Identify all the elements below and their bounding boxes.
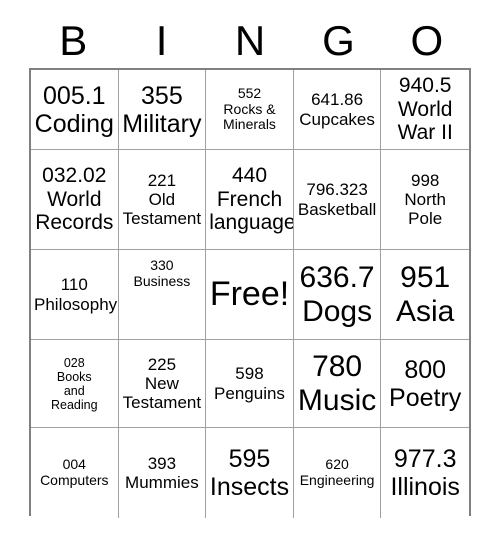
bingo-cell-label: Military <box>122 109 202 138</box>
bingo-cell-label: Business <box>133 272 191 289</box>
bingo-cell-number: 977.3 <box>393 445 457 473</box>
bingo-cell-label: Illinois <box>390 473 460 501</box>
bingo-cell-number: 636.7 <box>299 260 375 294</box>
bingo-cell-number: 796.323 <box>306 180 368 200</box>
bingo-cell[interactable]: 796.323 Basketball <box>293 150 382 250</box>
bingo-cell-number: 355 <box>141 81 183 110</box>
bingo-cell-number: 032.02 <box>42 164 107 188</box>
bingo-header-letter-o: O <box>410 17 444 64</box>
bingo-card: BINGO 005.1 Coding 355 Military 552 Rocks & Mi… <box>0 0 500 544</box>
bingo-cell-number: 780 <box>312 349 363 383</box>
bingo-cell-label: Records <box>35 211 114 235</box>
bingo-header-letter-g: G <box>322 17 355 64</box>
bingo-cell[interactable]: 780 Music <box>293 340 382 428</box>
bingo-cell-label: Basketball <box>297 199 377 219</box>
bingo-cell[interactable]: 998 North Pole <box>381 150 469 250</box>
bingo-cell-label: World <box>397 97 453 121</box>
bingo-cell-number: 110 <box>60 275 88 295</box>
bingo-cell[interactable]: 800 Poetry <box>381 340 469 428</box>
bingo-cell[interactable]: 393 Mummies <box>118 428 207 518</box>
bingo-cell-label: Minerals <box>223 116 276 133</box>
bingo-cell[interactable]: 225 New Testament <box>118 340 207 428</box>
bingo-cell-label: Old <box>148 189 176 209</box>
bingo-cell-label: New <box>144 373 179 393</box>
bingo-cell[interactable]: 620 Engineering <box>293 428 382 518</box>
bingo-header-letter-n: N <box>234 17 266 64</box>
bingo-cell-number: 951 <box>400 260 451 294</box>
bingo-cell[interactable]: 641.86 Cupcakes <box>293 70 382 150</box>
bingo-cell-number: 641.86 <box>311 90 364 110</box>
bingo-cell-label: Testament <box>122 393 202 413</box>
bingo-cell-label: North <box>404 189 446 209</box>
bingo-cell[interactable]: 595 Insects <box>206 428 294 518</box>
bingo-cell-number: 028 <box>63 355 85 370</box>
bingo-cell[interactable]: 440 French language <box>206 150 294 250</box>
bingo-cell-label: Philosophy <box>34 294 118 314</box>
bingo-cell-label: Mummies <box>125 473 199 492</box>
bingo-cell[interactable]: 940.5 World War II <box>381 70 469 150</box>
bingo-cell-label: Penguins <box>214 383 285 403</box>
bingo-cell-label: Computers <box>40 472 109 488</box>
bingo-cell-label: War II <box>397 121 453 145</box>
bingo-cell-number: 005.1 <box>43 81 106 110</box>
bingo-cell[interactable]: 977.3 Illinois <box>381 428 469 518</box>
bingo-cell-label: Dogs <box>302 294 373 328</box>
bingo-cell-label: French <box>216 187 283 211</box>
bingo-cell[interactable]: 032.02 World Records <box>31 150 119 250</box>
bingo-cell-number: 393 <box>147 453 177 473</box>
bingo-cell-number: 940.5 <box>398 74 452 98</box>
bingo-cell-number: Free! <box>209 274 290 313</box>
bingo-cell-label: Books <box>56 369 92 384</box>
bingo-cell[interactable]: 355 Military <box>118 70 207 150</box>
bingo-cell[interactable]: 951 Asia <box>381 250 469 340</box>
bingo-cell-number: 800 <box>404 355 447 384</box>
bingo-cell[interactable]: 552 Rocks & Minerals <box>206 70 294 150</box>
bingo-cell-number: 595 <box>228 445 271 473</box>
bingo-cell[interactable]: 330 Business <box>118 250 207 340</box>
bingo-cell-label: World <box>47 187 102 211</box>
bingo-cell[interactable]: 110 Philosophy <box>31 250 119 340</box>
bingo-cell-label: Engineering <box>299 472 375 488</box>
bingo-header-letter-i: I <box>155 17 168 64</box>
bingo-cell-free[interactable]: Free! <box>206 250 294 340</box>
bingo-cell-label: Pole <box>408 209 443 229</box>
bingo-cell-number: 598 <box>235 364 264 384</box>
bingo-cell[interactable]: 004 Computers <box>31 428 119 518</box>
bingo-cell-label: Coding <box>34 109 114 138</box>
bingo-cell-label: Music <box>297 383 377 417</box>
bingo-cell-number: 620 <box>325 456 349 473</box>
bingo-cell[interactable]: 028 Books and Reading <box>31 340 119 428</box>
bingo-cell-label: Poetry <box>389 383 462 412</box>
bingo-cell-label: language <box>209 211 294 235</box>
bingo-cell-label: Insects <box>209 473 290 501</box>
bingo-cell-number: 998 <box>411 170 440 190</box>
bingo-cell-label: Rocks & <box>223 100 276 117</box>
bingo-header-letter-b: B <box>59 17 88 64</box>
bingo-cell-label: Reading <box>51 397 98 412</box>
bingo-cell-number: 221 <box>147 170 177 190</box>
bingo-cell[interactable]: 221 Old Testament <box>118 150 207 250</box>
bingo-cell[interactable]: 598 Penguins <box>206 340 294 428</box>
bingo-cell-number: 552 <box>237 84 262 101</box>
bingo-header-row: BINGO <box>29 14 471 68</box>
bingo-grid: 005.1 Coding 355 Military 552 Rocks & Minerals… <box>29 68 471 518</box>
bingo-cell-number: 440 <box>231 164 268 188</box>
bingo-cell[interactable]: 005.1 Coding <box>31 70 119 150</box>
bingo-cell-label: and <box>63 383 85 398</box>
bingo-cell[interactable]: 636.7 Dogs <box>293 250 382 340</box>
bingo-cell-number: 330 <box>150 257 174 273</box>
bingo-cell-number: 225 <box>147 354 177 374</box>
bingo-cell-label: Testament <box>122 209 202 229</box>
bingo-cell-number: 004 <box>62 456 86 473</box>
bingo-cell-label: Asia <box>396 294 455 328</box>
bingo-cell-label: Cupcakes <box>299 109 375 129</box>
